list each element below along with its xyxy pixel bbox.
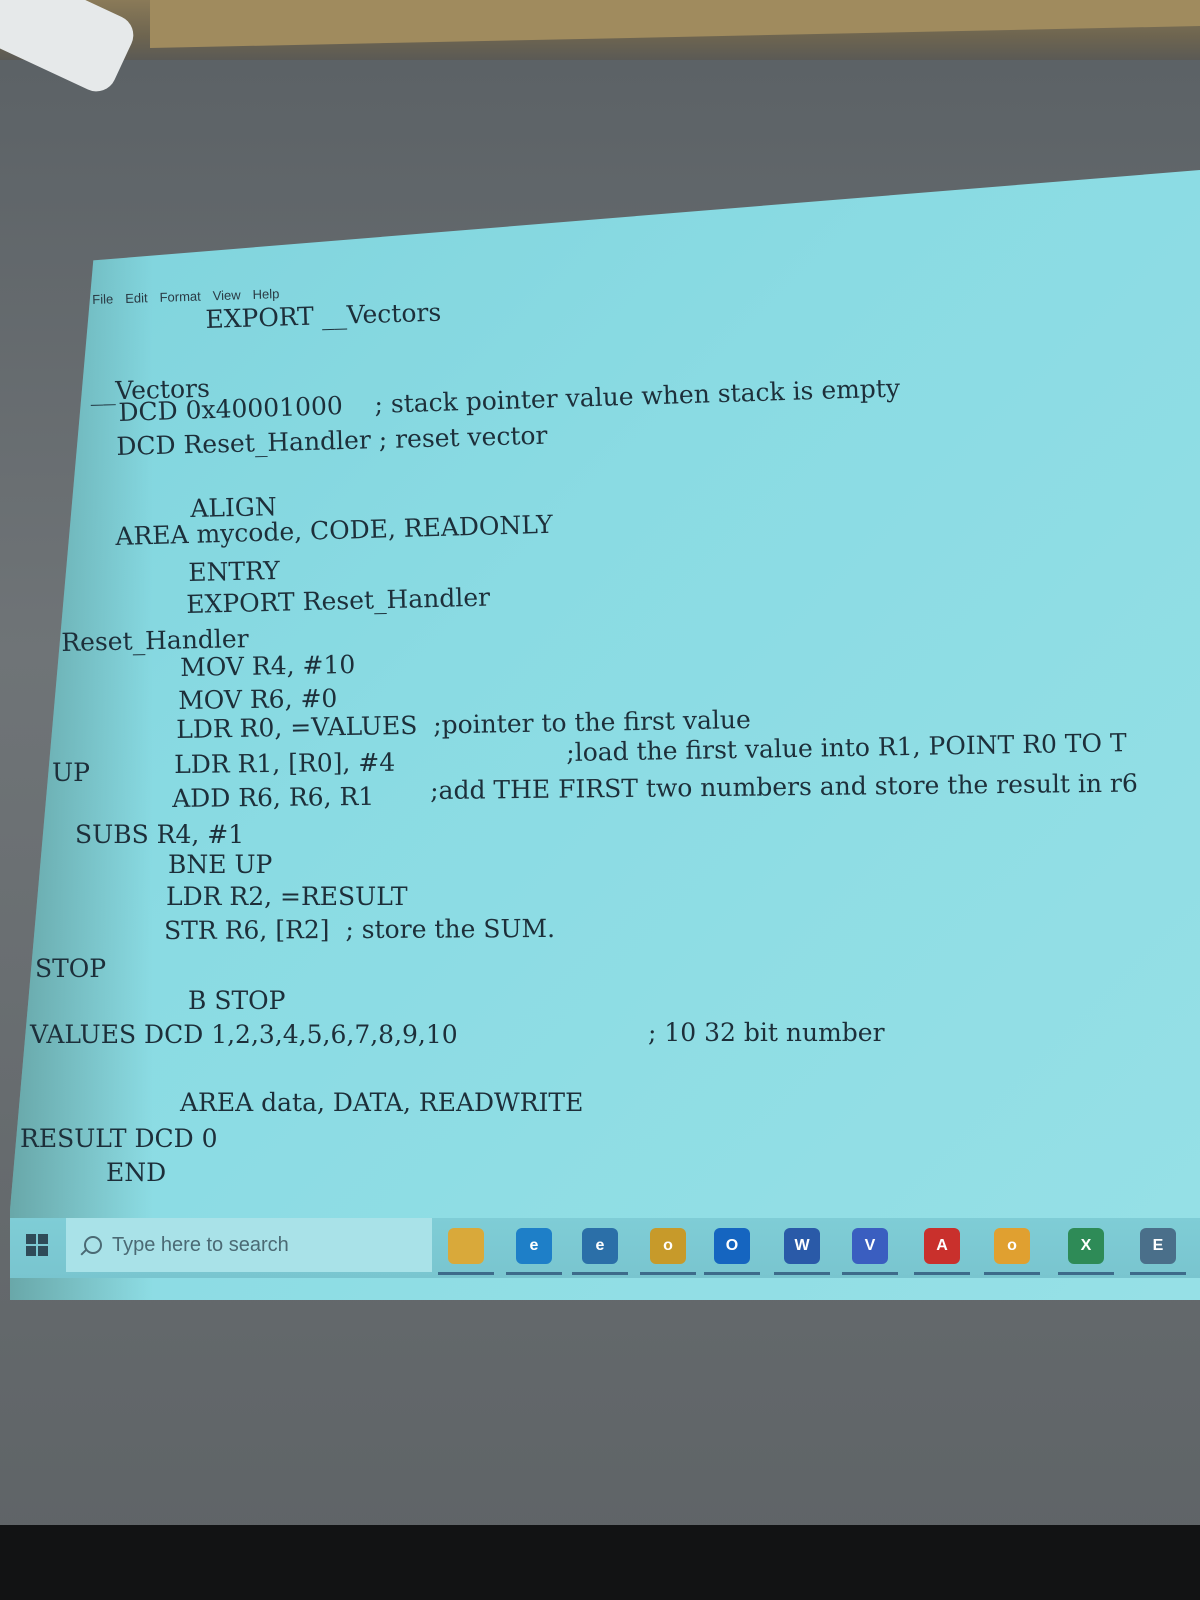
taskbar-running-indicator (438, 1272, 494, 1275)
code-label: UP (52, 758, 90, 787)
code-line: MOV R6, #0 (178, 683, 338, 715)
word-icon[interactable]: W (784, 1228, 820, 1264)
app-icon[interactable]: E (1140, 1228, 1176, 1264)
code-line: RESULT DCD 0 (20, 1124, 218, 1153)
excel-icon[interactable]: X (1068, 1228, 1104, 1264)
taskbar-running-indicator (704, 1272, 760, 1275)
code-line: MOV R4, #10 (180, 649, 356, 682)
code-line: END (106, 1158, 167, 1187)
code-line: LDR R1, [R0], #4 (174, 747, 396, 779)
code-line: BNE UP (168, 850, 273, 879)
visio-icon[interactable]: V (852, 1228, 888, 1264)
ceiling-beam (150, 0, 1200, 48)
chrome-icon[interactable]: o (994, 1228, 1030, 1264)
code-line: SUBS R4, #1 (75, 820, 245, 849)
taskbar-running-indicator (984, 1272, 1040, 1275)
code-line: ADD R6, R6, R1 (172, 781, 375, 813)
menu-help[interactable]: Help (252, 286, 279, 302)
taskbar-search-box[interactable]: Type here to search (66, 1218, 432, 1272)
taskbar-running-indicator (842, 1272, 898, 1275)
code-label: STOP (35, 954, 107, 983)
code-line: VALUES DCD 1,2,3,4,5,6,7,8,9,10 (30, 1020, 458, 1049)
taskbar-running-indicator (1058, 1272, 1114, 1275)
start-button[interactable] (26, 1234, 48, 1256)
search-app-icon[interactable]: o (650, 1228, 686, 1264)
search-placeholder: Type here to search (112, 1233, 289, 1256)
ceiling (0, 0, 1200, 60)
taskbar-running-indicator (774, 1272, 830, 1275)
code-line: LDR R2, =RESULT (166, 882, 408, 911)
menu-format[interactable]: Format (159, 289, 201, 305)
taskbar-running-indicator (506, 1272, 562, 1275)
search-icon (84, 1236, 102, 1254)
code-line: B STOP (188, 986, 286, 1015)
code-line: STR R6, [R2] ; store the SUM. (164, 913, 556, 945)
windows-taskbar: Type here to search eeoOWVAoXE (10, 1218, 1200, 1278)
acrobat-icon[interactable]: A (924, 1228, 960, 1264)
menu-view[interactable]: View (212, 287, 240, 303)
code-line: ENTRY (188, 556, 280, 587)
menu-edit[interactable]: Edit (125, 290, 148, 306)
screen-bottom-edge (0, 1525, 1200, 1600)
taskbar-running-indicator (640, 1272, 696, 1275)
code-line: AREA data, DATA, READWRITE (180, 1088, 584, 1117)
taskbar-running-indicator (914, 1272, 970, 1275)
outlook-icon[interactable]: O (714, 1228, 750, 1264)
taskbar-running-indicator (572, 1272, 628, 1275)
menu-file[interactable]: File (92, 291, 113, 307)
edge-icon[interactable]: e (516, 1228, 552, 1264)
code-comment: ; 10 32 bit number (648, 1018, 885, 1047)
ie-icon[interactable]: e (582, 1228, 618, 1264)
file-explorer-icon[interactable] (448, 1228, 484, 1264)
taskbar-running-indicator (1130, 1272, 1186, 1275)
